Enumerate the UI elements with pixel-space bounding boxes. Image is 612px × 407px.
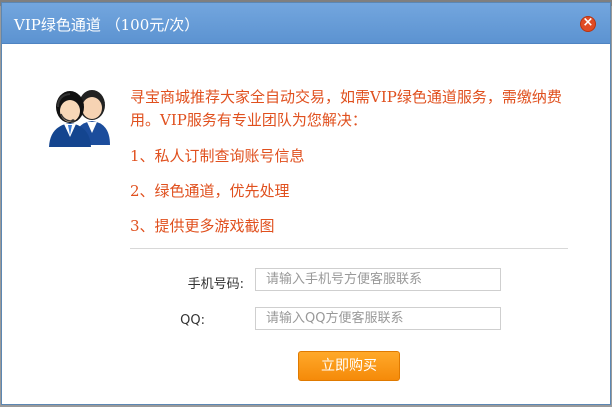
benefit-item-1: 1、私人订制查询账号信息 xyxy=(130,147,305,165)
customer-service-icon xyxy=(49,90,110,147)
dialog-title: VIP绿色通道 （100元/次） xyxy=(14,16,200,34)
divider xyxy=(130,248,568,249)
dialog-titlebar: VIP绿色通道 （100元/次） × xyxy=(2,3,610,44)
phone-label: 手机号码: xyxy=(187,277,244,292)
vip-dialog: VIP绿色通道 （100元/次） × 寻宝商城推荐大家全自动交易，如需VIP绿色… xyxy=(1,2,611,405)
close-button[interactable]: × xyxy=(580,15,596,32)
close-icon: × xyxy=(582,15,594,30)
phone-input[interactable] xyxy=(255,268,501,291)
intro-text: 寻宝商城推荐大家全自动交易，如需VIP绿色通道服务，需缴纳费用。VIP服务有专业… xyxy=(130,88,562,129)
benefit-item-2: 2、绿色通道，优先处理 xyxy=(130,182,290,200)
qq-label: QQ: xyxy=(180,313,205,328)
buy-now-button[interactable]: 立即购买 xyxy=(298,351,400,381)
qq-input[interactable] xyxy=(255,307,501,330)
benefit-item-3: 3、提供更多游戏截图 xyxy=(130,217,275,235)
